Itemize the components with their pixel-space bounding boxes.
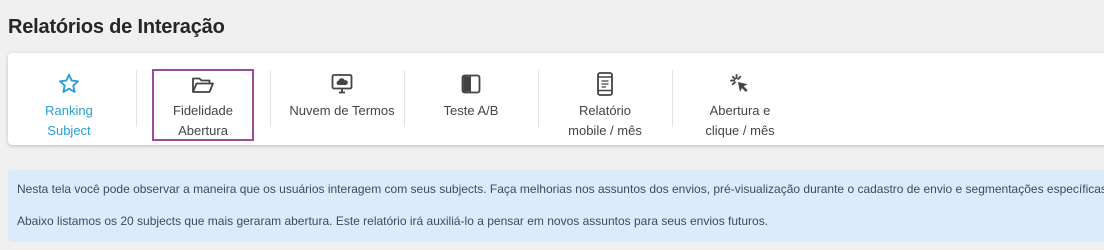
tab-label: Teste A/B [443,103,499,118]
tab-divider [270,70,271,127]
tab-relatorio-mobile[interactable]: Relatório mobile / mês [561,69,649,141]
info-alert: Nesta tela você pode observar a maneira … [8,170,1104,242]
tab-divider [136,70,137,127]
tab-label: Relatório mobile / mês [568,103,642,138]
tab-teste-ab[interactable]: Teste A/B [428,69,514,141]
tab-label: Abertura e clique / mês [705,103,775,138]
page-title: Relatórios de Interação [8,16,225,38]
tab-abertura-clique[interactable]: Abertura e clique / mês [696,69,784,141]
tab-divider [538,70,539,127]
report-tabs: Ranking Subject Fidelidade Abertura Nuvem … [8,53,1104,145]
tab-ranking-subject[interactable]: Ranking Subject [37,69,101,141]
split-panel-icon [458,71,484,97]
tab-fidelidade-abertura[interactable]: Fidelidade Abertura [152,69,254,141]
tab-nuvem-de-termos[interactable]: Nuvem de Termos [282,69,402,141]
cursor-click-icon [727,71,753,97]
info-text-1: Nesta tela você pode observar a maneira … [17,182,1104,196]
info-text-2: Abaixo listamos os 20 subjects que mais … [17,214,769,228]
star-icon [56,71,82,97]
tab-label: Nuvem de Termos [289,103,395,118]
folder-open-icon [190,73,216,97]
tab-divider [672,70,673,127]
cloud-monitor-icon [329,71,355,97]
tab-divider [404,70,405,127]
tab-label: Fidelidade Abertura [173,103,233,138]
tab-label: Ranking Subject [45,103,93,138]
mobile-phone-icon [592,71,618,97]
